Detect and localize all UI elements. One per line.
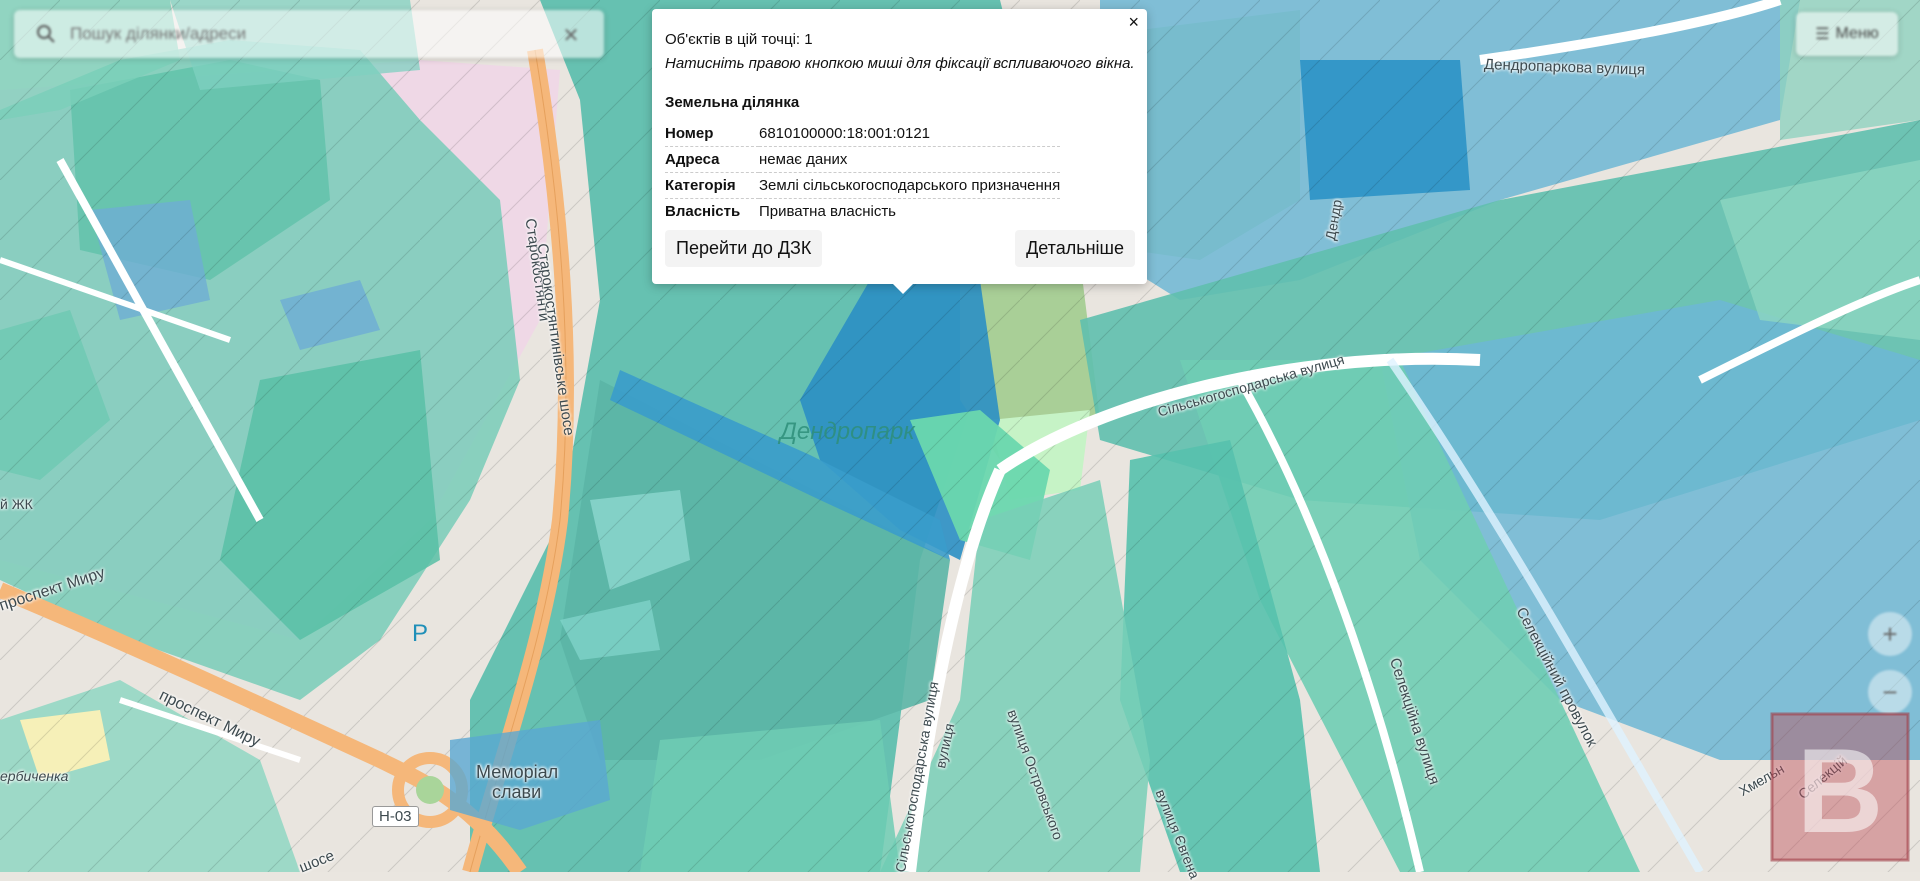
parcel-info-table: Номер 6810100000:18:001:0121 Адреса нема… xyxy=(665,121,1061,225)
row-key: Категорія xyxy=(665,172,759,199)
zoom-in-icon: + xyxy=(1882,618,1898,649)
search-input[interactable] xyxy=(68,23,560,45)
table-row: Власність Приватна власність xyxy=(665,199,1060,225)
roundabout-center xyxy=(416,776,444,804)
search-icon[interactable] xyxy=(36,24,56,44)
row-value: Землі сільськогосподарського призначення xyxy=(759,172,1061,199)
close-icon[interactable]: ✕ xyxy=(560,23,582,47)
label-memorial: Меморіал xyxy=(476,762,559,782)
zoom-out-icon: − xyxy=(1882,676,1898,707)
row-value: немає даних xyxy=(759,146,1061,173)
go-to-dzk-button[interactable]: Перейти до ДЗК xyxy=(665,230,823,267)
parking-icon: P xyxy=(412,620,429,647)
parcel-popup: × Об'єктів в цій точці: 1 Натисніть прав… xyxy=(652,9,1147,294)
label-slavy: слави xyxy=(492,782,542,802)
popup-heading: Земельна ділянка xyxy=(665,94,800,111)
table-row: Номер 6810100000:18:001:0121 xyxy=(665,121,1061,147)
table-row: Адреса немає даних xyxy=(665,146,1061,173)
objects-count: Об'єктів в цій точці: 1 xyxy=(665,31,813,48)
menu-label: Меню xyxy=(1835,25,1879,42)
row-key: Власність xyxy=(665,203,741,220)
details-button[interactable]: Детальніше xyxy=(1015,230,1135,267)
label-dendropark: Дендропарк xyxy=(780,418,915,445)
logo-letter: B xyxy=(1797,724,1884,858)
search-bar: ✕ xyxy=(14,10,604,58)
menu-button[interactable]: ☰ Меню xyxy=(1796,12,1898,56)
row-key: Адреса xyxy=(665,146,759,173)
row-value: 6810100000:18:001:0121 xyxy=(759,121,1061,147)
zoom-out-button[interactable]: − xyxy=(1868,670,1912,714)
row-value: Приватна власність xyxy=(759,203,896,220)
label-h03: Н-03 xyxy=(372,806,419,827)
label-zhk: й ЖК xyxy=(0,496,33,512)
zoom-in-button[interactable]: + xyxy=(1868,612,1912,656)
label-derby: ербиченка xyxy=(0,768,69,784)
popup-hint: Натисніть правою кнопкою миші для фіксац… xyxy=(665,55,1135,72)
menu-icon: ☰ xyxy=(1815,26,1830,43)
popup-actions: Перейти до ДЗК Детальніше xyxy=(665,230,1135,267)
table-row: Категорія Землі сільськогосподарського п… xyxy=(665,172,1061,199)
row-key: Номер xyxy=(665,121,759,147)
close-icon[interactable]: × xyxy=(1128,13,1139,31)
logo-watermark: B xyxy=(1770,712,1910,862)
